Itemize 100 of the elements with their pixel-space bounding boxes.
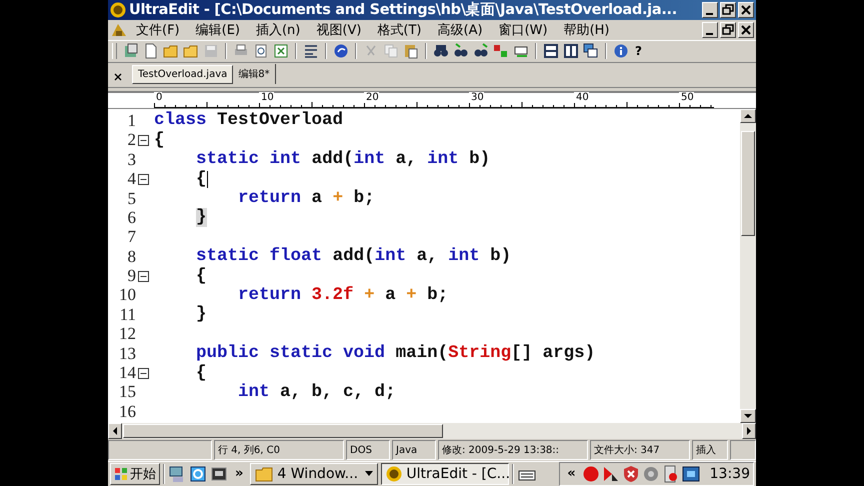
restore-icon[interactable]	[720, 2, 736, 18]
menu-item[interactable]: 帮助(H)	[556, 20, 618, 39]
ruler-number: 30	[469, 92, 484, 104]
new-file-icon[interactable]	[143, 43, 159, 60]
status-text: 文件大小: 347	[590, 440, 690, 460]
code-token: static float	[196, 247, 322, 266]
line-number: 11	[118, 304, 136, 325]
code-token: return	[238, 188, 302, 208]
folder-icon[interactable]	[183, 43, 199, 60]
code-token: {	[196, 170, 207, 189]
info-icon[interactable]	[613, 43, 629, 60]
menu-item[interactable]: 格式(T)	[369, 20, 430, 39]
menu-item[interactable]: 高级(A)	[430, 20, 491, 39]
code-token: int	[427, 150, 459, 170]
help-button[interactable]: ?	[632, 44, 645, 58]
network-icon[interactable]	[682, 464, 700, 483]
split-vertical-icon[interactable]	[563, 43, 579, 60]
scroll-right-icon[interactable]	[742, 423, 756, 440]
paste-icon[interactable]	[403, 43, 419, 60]
code-token: {	[196, 266, 207, 286]
code-editor[interactable]: class TestOverload { static int add(int a, int b) { return a + b; } static float add(int a, int b) { return 3.2f + a + b; } public static void main(String[] args) { int a, b, c, d;	[150, 109, 740, 424]
code-token: public static void	[196, 344, 386, 364]
code-token: add(	[332, 247, 375, 266]
code-token: TestOverload	[217, 111, 344, 130]
scroll-thumb[interactable]	[123, 424, 443, 438]
code-token: {	[154, 130, 165, 150]
code-token: a	[385, 286, 396, 305]
code-token: class	[154, 111, 207, 130]
line-number: 13	[118, 344, 136, 364]
code-token: int	[374, 247, 406, 266]
code-token: int	[238, 382, 270, 402]
taskbar-button[interactable]: UltraEdit - [C...	[381, 462, 510, 485]
app-menu-icon[interactable]	[110, 22, 128, 38]
fold-minus-icon[interactable]	[138, 174, 149, 185]
line-number: 3	[126, 150, 136, 170]
more-button[interactable]: »	[231, 466, 248, 482]
clock: 13:39	[708, 466, 750, 482]
open-folder-icon[interactable]	[163, 43, 179, 60]
cascade-icon[interactable]	[583, 43, 599, 60]
bracket-match: }	[196, 208, 207, 228]
code-token: +	[364, 286, 375, 305]
binoculars-icon[interactable]	[433, 43, 449, 60]
folder-icon	[255, 466, 274, 482]
line-number: 5	[126, 188, 136, 208]
code-token: b)	[469, 150, 490, 170]
ruler-number: 50	[679, 92, 694, 104]
line-number: 8	[126, 246, 136, 267]
print-preview-icon[interactable]	[253, 43, 269, 60]
browser-icon[interactable]	[189, 464, 207, 483]
word-wrap-icon[interactable]	[303, 43, 319, 60]
code-token: +	[332, 188, 344, 208]
code-token: a,	[396, 150, 418, 170]
taskbar-button[interactable]: 4 Window...	[250, 462, 378, 485]
line-number: 10	[118, 285, 136, 306]
fold-minus-icon[interactable]	[138, 270, 149, 282]
code-token: [] args)	[511, 344, 596, 364]
app-logo-icon	[110, 2, 126, 18]
minimize-icon[interactable]	[702, 2, 718, 18]
code-token: return	[238, 286, 302, 305]
ruler-number: 40	[574, 92, 589, 104]
ruler-number: 0	[154, 92, 162, 104]
file-tab[interactable]: TestOverload.java	[132, 65, 234, 84]
close-icon[interactable]	[114, 73, 122, 82]
scroll-left-icon[interactable]	[108, 423, 122, 440]
dropdown-caret-icon	[365, 470, 374, 477]
line-number: 14	[118, 363, 136, 384]
expand-tray-button[interactable]: «	[563, 466, 580, 482]
code-token: String	[448, 344, 512, 364]
start-button[interactable]: 开始	[110, 462, 160, 485]
scroll-up-icon[interactable]	[740, 109, 756, 124]
menu-item[interactable]: 窗口(W)	[490, 20, 556, 39]
menu-item[interactable]: 视图(V)	[308, 20, 370, 39]
desktop-icon[interactable]	[210, 464, 228, 483]
split-horizontal-icon[interactable]	[543, 43, 559, 60]
code-token: add(	[312, 150, 354, 170]
fold-minus-icon[interactable]	[138, 368, 149, 378]
shield-icon[interactable]	[622, 464, 640, 483]
code-token: int	[448, 247, 480, 266]
code-token: b)	[490, 247, 512, 266]
vertical-scrollbar[interactable]	[740, 109, 756, 424]
horizontal-scrollbar[interactable]	[108, 423, 756, 440]
line-number: 1	[126, 110, 136, 131]
window-title: UltraEdit - [C:\Documents and Settings\hb\桌面\Java\TestOverload.ja...	[129, 0, 678, 20]
menu-item[interactable]: 插入(n)	[248, 20, 308, 39]
minimize-icon[interactable]	[702, 22, 718, 38]
fold-minus-icon[interactable]	[138, 134, 149, 146]
code-token: {	[196, 364, 207, 382]
status-text: 行 4, 列6, C0	[214, 440, 344, 460]
scroll-down-icon[interactable]	[740, 409, 756, 424]
menu-item[interactable]: 编辑(E)	[188, 20, 248, 39]
restore-icon[interactable]	[720, 22, 736, 38]
scroll-thumb[interactable]	[741, 131, 755, 236]
menu-item[interactable]: 文件(F)	[128, 20, 188, 39]
line-number: 2	[126, 130, 136, 150]
code-token: +	[406, 286, 417, 305]
network-computer-icon[interactable]	[168, 464, 186, 483]
status-text: DOS	[346, 440, 390, 460]
app-logo-icon	[386, 466, 402, 482]
code-token: main(	[396, 344, 448, 364]
ruler-number: 20	[364, 92, 379, 104]
